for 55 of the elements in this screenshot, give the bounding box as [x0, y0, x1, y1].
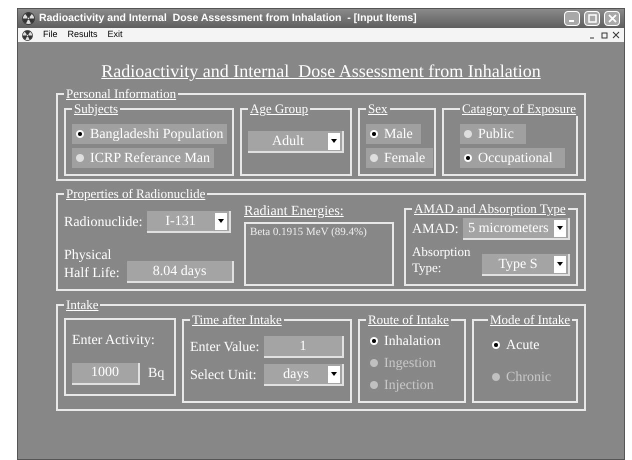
maximize-icon [588, 14, 596, 23]
group-legend: Age Group [248, 101, 310, 116]
radio-option[interactable]: Inhalation [366, 331, 458, 351]
radio-option[interactable]: Occupational [460, 148, 565, 168]
amad-label: AMAD: [412, 220, 459, 238]
close-button[interactable] [604, 11, 620, 26]
radiant-energies-label: Radiant Energies: [244, 203, 345, 221]
radio-dot [492, 341, 500, 349]
menu-item[interactable]: Results [68, 28, 98, 42]
radionuclide-label: Radionuclide: [64, 214, 143, 232]
radio-dot [370, 337, 378, 345]
group-legend: Properties of Radionuclide [64, 186, 208, 201]
group-legend: Time after Intake [190, 312, 284, 327]
time-unit-label: Select Unit: [190, 366, 258, 384]
group-legend: Personal Information [64, 86, 178, 101]
window-title: Radioactivity and Internal Dose Assessment from Inhalation - [Input Items] [39, 10, 418, 26]
radio-dot [464, 154, 472, 162]
page-heading: Radioactivity and Internal Dose Assessment from Inhalation [101, 60, 541, 82]
group-legend: Sex [366, 101, 390, 116]
radiation-icon [22, 12, 35, 25]
minimize-button[interactable] [564, 11, 580, 26]
group-legend: Subjects [72, 101, 120, 116]
time-value-label: Enter Value: [190, 338, 260, 356]
child-window-controls-icon[interactable] [590, 31, 620, 39]
group-legend: Mode of Intake [488, 312, 572, 327]
radio-dot [76, 130, 84, 138]
half-life-label: Physical Half Life: [64, 247, 121, 283]
time-value-field[interactable]: 1 [264, 336, 344, 358]
menu-item[interactable]: File [43, 28, 58, 42]
close-icon [608, 14, 616, 23]
radio-dot [370, 130, 378, 138]
activity-unit: Bq [148, 365, 164, 383]
group-legend: Route of Intake [366, 312, 451, 327]
radionuclide-dropdown[interactable]: I-131 [146, 211, 231, 233]
maximize-button[interactable] [584, 11, 600, 26]
radio-option[interactable]: Acute [488, 335, 570, 355]
radio-option[interactable]: Public [460, 124, 526, 144]
group-legend: Catagory of Exposure [460, 101, 578, 116]
age-group-dropdown[interactable]: Adult [248, 131, 344, 153]
menu-item[interactable]: Exit [108, 28, 123, 42]
activity-field[interactable]: 1000 [72, 362, 140, 384]
radio-option[interactable]: Female [366, 148, 434, 168]
radio-option[interactable]: Male [366, 124, 421, 144]
radio-option[interactable]: ICRP Referance Man [72, 148, 214, 168]
group-legend: AMAD and Absorption Type [412, 201, 568, 216]
radiation-icon [22, 30, 33, 40]
radiant-energies-list[interactable]: Beta 0.1915 MeV (89.4%) [244, 222, 394, 286]
amad-dropdown[interactable]: 5 micrometers [462, 218, 570, 240]
time-unit-dropdown[interactable]: days [264, 364, 344, 386]
absorption-type-dropdown[interactable]: Type S [482, 254, 570, 276]
absorption-type-label: Absorption Type: [412, 244, 472, 276]
radio-option[interactable]: Bangladeshi Population [72, 124, 228, 144]
activity-label: Enter Activity: [72, 332, 156, 350]
group-legend: Intake [64, 297, 100, 312]
half-life-field[interactable]: 8.04 days [127, 261, 234, 283]
